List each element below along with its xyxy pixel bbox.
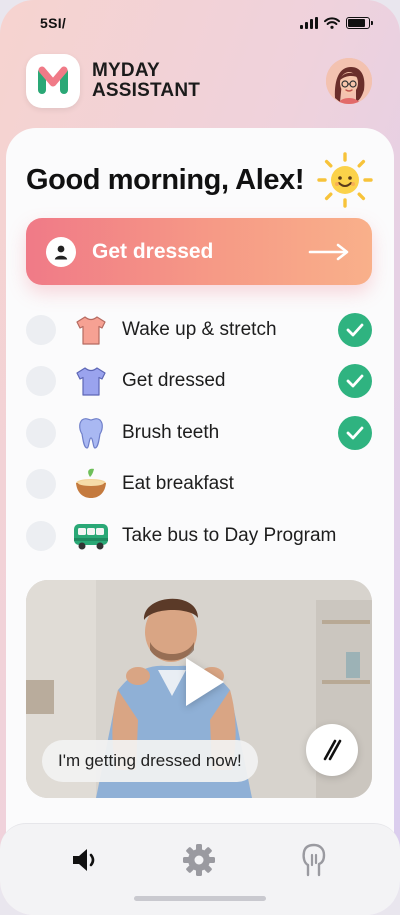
task-label: Take bus to Day Program [122,524,337,546]
task-radio[interactable] [26,520,56,551]
logo-m-icon [38,66,68,94]
greeting-title: Good morning, Alex! [26,163,305,196]
task-label: Brush teeth [122,421,220,443]
main-card: Good morning, Alex! Get dressed Wake up … [6,128,394,915]
video-player[interactable]: I'm getting dressed now! [26,580,372,798]
tooth-icon [72,414,110,452]
status-time: 5SI/ [40,15,67,31]
get-dressed-button[interactable]: Get dressed [26,218,372,285]
check-icon [338,364,372,399]
video-action-button[interactable] [306,724,358,776]
home-indicator[interactable] [134,896,266,901]
person-icon [46,236,76,267]
shirt-icon [72,362,110,400]
gear-icon[interactable] [177,838,221,882]
bowl-icon [72,465,110,503]
hand-icon[interactable] [292,838,336,882]
check-icon [338,415,372,450]
task-radio[interactable] [26,314,56,345]
task-item[interactable]: Take bus to Day Program [26,510,372,562]
bottom-nav [0,823,400,915]
shirt-icon [72,311,110,349]
app-logo [26,54,80,108]
check-icon [338,312,372,347]
task-radio[interactable] [26,469,56,500]
task-radio[interactable] [26,417,56,448]
play-icon[interactable] [186,658,224,706]
task-item[interactable]: Get dressed [26,356,372,408]
brand: MYDAY ASSISTANT [26,54,200,108]
task-label: Wake up & stretch [122,318,277,340]
avatar[interactable] [326,58,372,104]
get-dressed-button-label: Get dressed [92,239,214,263]
task-list: Wake up & stretch Get dressed Brush teet… [26,304,372,562]
brand-name: MYDAY ASSISTANT [92,61,200,101]
greeting-row: Good morning, Alex! [26,150,374,210]
status-bar: 5SI/ [0,0,400,46]
bus-icon [72,517,110,555]
task-label: Eat breakfast [122,473,234,495]
signal-icon [300,17,318,29]
video-caption: I'm getting dressed now! [42,740,258,782]
task-label: Get dressed [122,370,226,392]
arrow-right-icon [308,243,349,260]
task-item[interactable]: Eat breakfast [26,459,372,511]
speaker-icon[interactable] [64,838,108,882]
task-item[interactable]: Wake up & stretch [26,304,372,356]
app-header: MYDAY ASSISTANT [26,52,372,110]
brand-name-line2: ASSISTANT [92,80,201,101]
battery-icon [346,17,373,29]
task-radio[interactable] [26,366,56,397]
status-icons [300,17,373,29]
brand-name-line1: MYDAY [92,60,160,81]
app-screen: 5SI/ MYDAY ASSISTANT Good morning, Alex!… [0,0,400,915]
task-item[interactable]: Brush teeth [26,407,372,459]
avatar-illustration [326,58,372,104]
wifi-icon [324,17,340,29]
sun-icon [317,152,373,208]
slash-lines-icon [323,739,342,761]
